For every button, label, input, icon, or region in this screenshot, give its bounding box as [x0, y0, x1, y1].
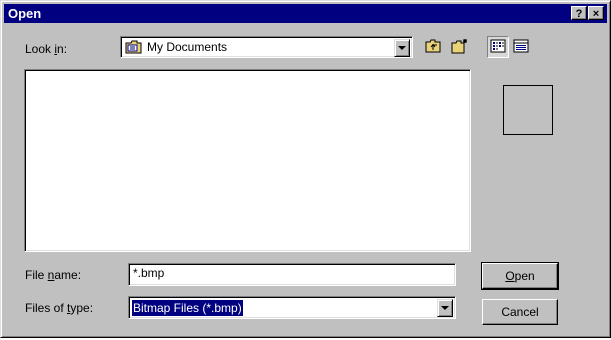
- file-list[interactable]: [24, 69, 471, 252]
- file-type-value: Bitmap Files (*.bmp): [132, 300, 243, 316]
- file-type-combobox[interactable]: Bitmap Files (*.bmp): [128, 296, 456, 319]
- look-in-value: My Documents: [147, 40, 228, 54]
- dialog-title: Open: [8, 6, 42, 21]
- list-view-icon: [490, 39, 506, 56]
- look-in-dropdown-button[interactable]: [394, 39, 410, 57]
- help-button[interactable]: ?: [571, 6, 587, 20]
- close-button[interactable]: ×: [588, 6, 604, 20]
- file-name-label: File name:: [25, 268, 82, 282]
- title-bar[interactable]: Open ? ×: [4, 4, 607, 23]
- file-name-value: *.bmp: [133, 266, 165, 280]
- up-one-level-button[interactable]: [422, 36, 444, 58]
- new-folder-icon: [451, 38, 469, 57]
- look-in-combobox[interactable]: My Documents: [120, 36, 413, 58]
- file-type-dropdown-button[interactable]: [437, 299, 453, 317]
- look-in-label: Look in:: [25, 42, 68, 56]
- details-view-button[interactable]: [510, 36, 532, 58]
- details-view-icon: [513, 39, 529, 56]
- file-type-label: Files of type:: [25, 301, 94, 315]
- cancel-button[interactable]: Cancel: [482, 299, 558, 325]
- list-view-button[interactable]: [487, 36, 509, 58]
- open-dialog: Open ? × Look in: My Documents File name…: [0, 0, 611, 338]
- up-folder-icon: [425, 39, 441, 56]
- open-button[interactable]: Open: [481, 262, 559, 290]
- create-new-folder-button[interactable]: [449, 36, 471, 58]
- my-documents-folder-icon: [125, 39, 143, 55]
- file-name-input[interactable]: *.bmp: [128, 263, 456, 286]
- preview-box: [503, 85, 553, 135]
